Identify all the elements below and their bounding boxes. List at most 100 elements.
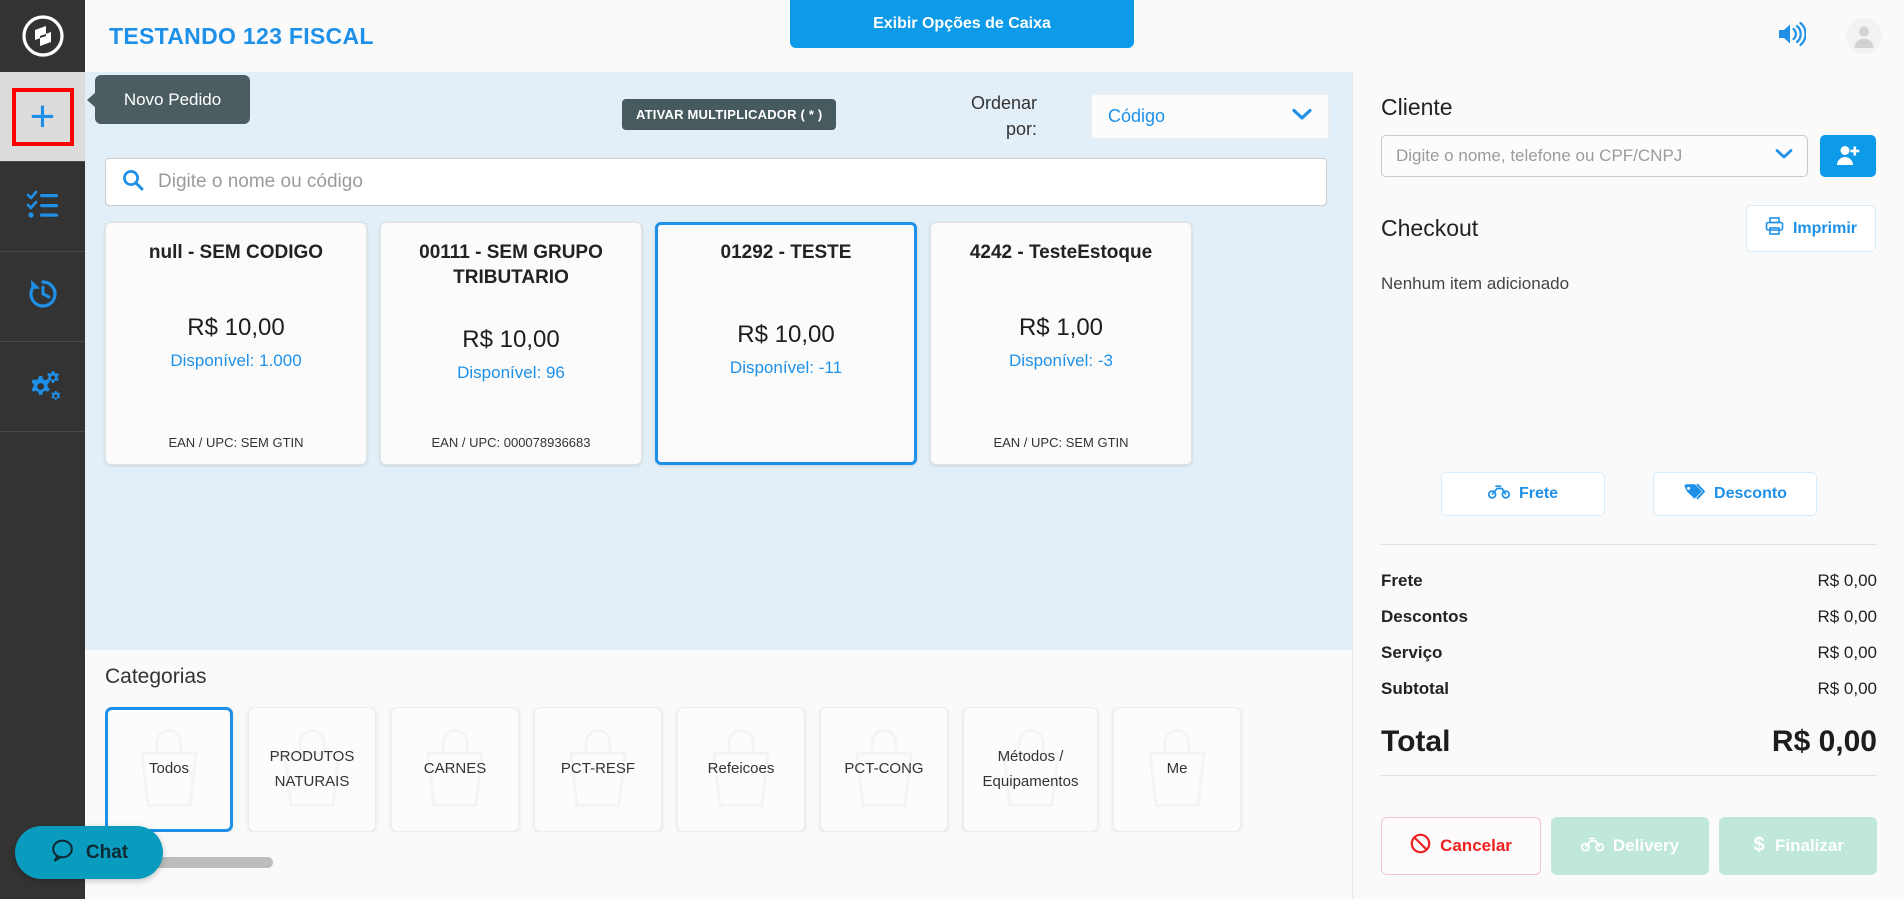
- categories-row: Todos PRODUTOS NATURAIS CARNES PCT-RESF …: [105, 707, 1352, 832]
- cancelar-button[interactable]: Cancelar: [1381, 817, 1541, 875]
- product-card[interactable]: 00111 - SEM GRUPO TRIBUTARIO R$ 10,00 Di…: [380, 222, 642, 465]
- product-price: R$ 10,00: [462, 326, 560, 354]
- category-tile[interactable]: PCT-CONG: [820, 707, 948, 832]
- svg-text:$: $: [1753, 834, 1764, 855]
- category-tile[interactable]: Métodos / Equipamentos: [963, 707, 1098, 832]
- product-card[interactable]: 01292 - TESTE R$ 10,00 Disponível: -11: [655, 222, 917, 465]
- exibir-opcoes-caixa-button[interactable]: Exibir Opções de Caixa: [790, 0, 1134, 48]
- total-line-value: R$ 0,00: [1817, 679, 1877, 698]
- motorcycle-icon: [1580, 836, 1604, 857]
- frete-button[interactable]: Frete: [1441, 472, 1605, 516]
- total-line: Frete R$ 0,00: [1381, 563, 1877, 599]
- category-label: CARNES: [423, 760, 487, 778]
- cliente-heading: Cliente: [1381, 94, 1453, 120]
- product-availability: Disponível: 1.000: [170, 350, 302, 370]
- product-availability: Disponível: -11: [729, 358, 843, 378]
- gears-icon: [24, 367, 62, 406]
- pos-application: + TESTANDO 123 FISCAL Exibir Opções de C…: [0, 0, 1904, 899]
- product-availability: Disponível: -3: [1009, 350, 1113, 370]
- checkout-panel: Cliente Digite o nome, telefone ou CPF/C…: [1352, 72, 1904, 899]
- products-panel: ATIVAR MULTIPLICADOR ( * ) Ordenar por: …: [85, 72, 1352, 650]
- total-line: Subtotal R$ 0,00: [1381, 671, 1877, 707]
- grand-total-value: R$ 0,00: [1771, 725, 1877, 758]
- product-ean: EAN / UPC: SEM GTIN: [993, 435, 1129, 450]
- category-tile[interactable]: Me: [1113, 707, 1241, 832]
- chevron-down-icon: [1292, 108, 1312, 126]
- product-search-bar[interactable]: [105, 158, 1327, 206]
- category-tile[interactable]: Refeicoes: [677, 707, 805, 832]
- category-label: PCT-RESF: [560, 760, 636, 778]
- novo-pedido-tooltip: Novo Pedido: [87, 75, 250, 124]
- imprimir-label: Imprimir: [1792, 219, 1857, 237]
- search-input[interactable]: [158, 171, 1310, 193]
- chat-bubble-icon: [50, 838, 75, 868]
- sidebar-item-novo-pedido[interactable]: +: [0, 72, 85, 162]
- top-header: TESTANDO 123 FISCAL Exibir Opções de Cai…: [85, 0, 1904, 72]
- category-tile[interactable]: PCT-RESF: [534, 707, 662, 832]
- product-card[interactable]: 4242 - TesteEstoque R$ 1,00 Disponível: …: [930, 222, 1192, 465]
- cancelar-label: Cancelar: [1440, 836, 1512, 855]
- sidebar-item-historico[interactable]: [0, 252, 85, 342]
- imprimir-button[interactable]: Imprimir: [1745, 205, 1876, 252]
- product-name: 01292 - TESTE: [720, 242, 852, 263]
- tag-icon: [1683, 483, 1705, 505]
- chat-label: Chat: [85, 841, 129, 863]
- product-price: R$ 10,00: [737, 321, 835, 349]
- desconto-button[interactable]: Desconto: [1653, 472, 1817, 516]
- delivery-label: Delivery: [1612, 836, 1680, 855]
- total-line-value: R$ 0,00: [1817, 607, 1877, 626]
- product-ean: EAN / UPC: SEM GTIN: [168, 435, 304, 450]
- category-label: PCT-CONG: [844, 760, 924, 778]
- add-user-icon: [1836, 144, 1860, 169]
- sidebar-item-pedidos[interactable]: [0, 162, 85, 252]
- category-label: Me: [1166, 760, 1188, 778]
- checkout-heading: Checkout: [1381, 215, 1479, 241]
- finalizar-label: Finalizar: [1775, 836, 1844, 855]
- ativar-multiplicador-button[interactable]: ATIVAR MULTIPLICADOR ( * ): [622, 99, 837, 130]
- brand-logo-icon: [0, 0, 85, 72]
- user-avatar-icon[interactable]: [1846, 18, 1882, 54]
- categories-title: Categorias: [105, 665, 207, 688]
- header-right-group: [1776, 0, 1882, 72]
- left-sidebar: +: [0, 0, 85, 899]
- product-ean: EAN / UPC: 000078936683: [431, 435, 591, 450]
- product-name: 00111 - SEM GRUPO TRIBUTARIO: [419, 242, 603, 288]
- total-line-value: R$ 0,00: [1817, 643, 1877, 662]
- category-label: PRODUTOS NATURAIS: [269, 747, 355, 790]
- checklist-icon: [26, 187, 60, 226]
- ordenar-por-value: Código: [1108, 106, 1166, 126]
- grand-total-row: Total R$ 0,00: [1381, 707, 1877, 776]
- product-availability: Disponível: 96: [457, 363, 565, 383]
- novo-pedido-highlight: +: [11, 87, 74, 146]
- add-client-button[interactable]: [1820, 135, 1876, 177]
- categories-scrollbar[interactable]: [105, 857, 1330, 868]
- category-tile[interactable]: PRODUTOS NATURAIS: [248, 707, 376, 832]
- client-select[interactable]: Digite o nome, telefone ou CPF/CNPJ: [1381, 135, 1808, 177]
- category-tile[interactable]: Todos: [105, 707, 233, 832]
- ordenar-por-select[interactable]: Código: [1091, 94, 1329, 139]
- product-grid: null - SEM CODIGO R$ 10,00 Disponível: 1…: [105, 222, 1192, 465]
- ordenar-por-label: Ordenar por:: [970, 93, 1037, 140]
- speaker-icon[interactable]: [1776, 21, 1807, 52]
- total-line-value: R$ 0,00: [1817, 571, 1877, 590]
- product-card[interactable]: null - SEM CODIGO R$ 10,00 Disponível: 1…: [105, 222, 367, 465]
- total-line-label: Frete: [1381, 571, 1423, 590]
- chevron-down-icon: [1775, 147, 1793, 165]
- category-label: Métodos / Equipamentos: [982, 747, 1079, 790]
- totals-section: Frete R$ 0,00 Descontos R$ 0,00 Serviço …: [1381, 544, 1877, 776]
- chat-widget-button[interactable]: Chat: [15, 826, 163, 879]
- printer-icon: [1765, 217, 1784, 240]
- grand-total-label: Total: [1381, 725, 1451, 758]
- total-line-label: Serviço: [1381, 643, 1443, 662]
- delivery-button[interactable]: Delivery: [1551, 817, 1709, 875]
- motorcycle-icon: [1487, 484, 1510, 504]
- category-label: Refeicoes: [707, 760, 775, 778]
- total-line: Serviço R$ 0,00: [1381, 635, 1877, 671]
- sidebar-item-configuracoes[interactable]: [0, 342, 85, 432]
- finalizar-button[interactable]: $ Finalizar: [1719, 817, 1877, 875]
- categories-panel: Categorias Todos PRODUTOS NATURAIS CARNE…: [85, 650, 1352, 899]
- product-price: R$ 1,00: [1018, 313, 1104, 341]
- product-price: R$ 10,00: [187, 313, 285, 341]
- category-tile[interactable]: CARNES: [391, 707, 519, 832]
- client-placeholder: Digite o nome, telefone ou CPF/CNPJ: [1396, 146, 1683, 165]
